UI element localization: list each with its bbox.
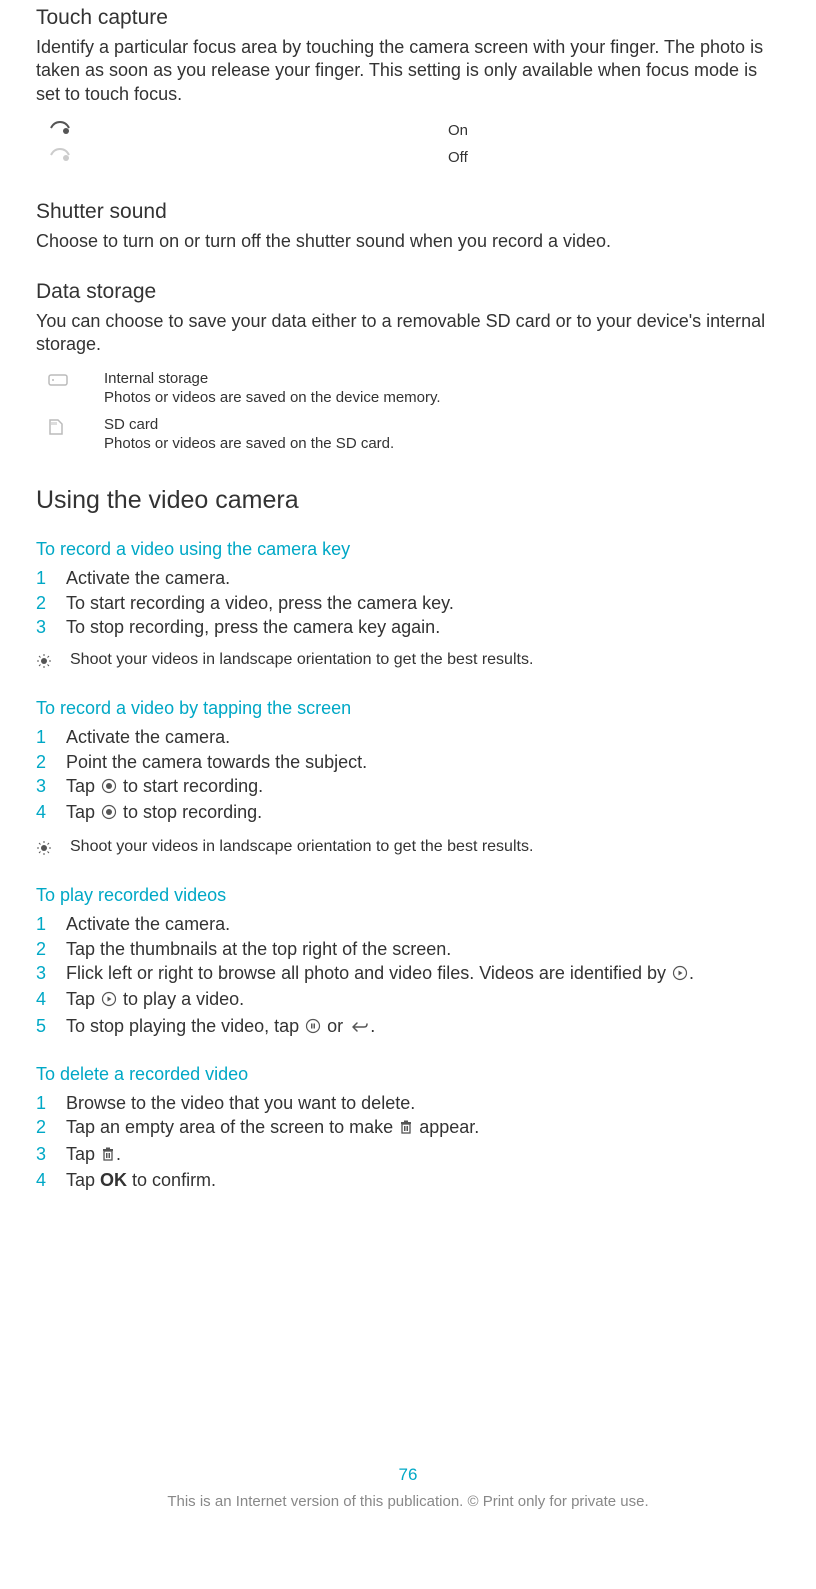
heading-data-storage: Data storage: [36, 274, 780, 304]
touch-option-off: Off: [36, 147, 780, 168]
step-text: to stop recording.: [118, 802, 262, 822]
list-item: Point the camera towards the subject.: [36, 750, 780, 774]
page-footer: 76 This is an Internet version of this p…: [0, 1465, 816, 1510]
step-text: to start recording.: [118, 776, 263, 796]
tip-bulb-icon: [36, 840, 52, 861]
internal-storage-icon: [48, 372, 68, 393]
body-data-storage: You can choose to save your data either …: [36, 310, 780, 357]
list-item: Tap to play a video.: [36, 987, 780, 1013]
step-text: or: [322, 1016, 348, 1036]
list-item: Activate the camera.: [36, 566, 780, 590]
step-text: to play a video.: [118, 989, 244, 1009]
list-item: Flick left or right to browse all photo …: [36, 961, 780, 987]
step-text: to confirm.: [127, 1170, 216, 1190]
tip-row: Shoot your videos in landscape orientati…: [36, 838, 780, 861]
steps-record-camera-key: Activate the camera. To start recording …: [36, 566, 780, 639]
list-item: Tap to start recording.: [36, 774, 780, 800]
heading-using-video-camera: Using the video camera: [36, 486, 780, 515]
sd-card-icon: [48, 418, 64, 441]
task-heading-record-camera-key: To record a video using the camera key: [36, 539, 780, 560]
record-icon: [101, 776, 117, 800]
footer-note: This is an Internet version of this publ…: [0, 1493, 816, 1510]
touch-capture-options: On Off: [36, 120, 780, 168]
ok-label: OK: [100, 1170, 127, 1190]
stop-record-icon: [101, 802, 117, 826]
step-text: .: [116, 1144, 121, 1164]
steps-delete-video: Browse to the video that you want to del…: [36, 1091, 780, 1192]
play-circle-icon: [672, 963, 688, 987]
list-item: Tap an empty area of the screen to make …: [36, 1115, 780, 1141]
steps-record-tap-screen: Activate the camera. Point the camera to…: [36, 725, 780, 826]
body-shutter-sound: Choose to turn on or turn off the shutte…: [36, 230, 780, 253]
steps-play-videos: Activate the camera. Tap the thumbnails …: [36, 912, 780, 1039]
heading-shutter-sound: Shutter sound: [36, 194, 780, 224]
list-item: Activate the camera.: [36, 912, 780, 936]
step-text: To stop playing the video, tap: [66, 1016, 304, 1036]
list-item: To stop recording, press the camera key …: [36, 615, 780, 639]
sd-card-title: SD card: [104, 416, 394, 433]
body-touch-capture: Identify a particular focus area by touc…: [36, 36, 780, 106]
internal-storage-desc: Photos or videos are saved on the device…: [104, 389, 441, 406]
step-text: Tap an empty area of the screen to make: [66, 1117, 398, 1137]
pause-circle-icon: [305, 1016, 321, 1040]
trash-icon: [101, 1144, 115, 1168]
trash-icon: [399, 1117, 413, 1141]
list-item: To stop playing the video, tap or .: [36, 1014, 780, 1040]
back-arrow-icon: [349, 1016, 369, 1040]
option-sd-card: SD card Photos or videos are saved on th…: [48, 416, 780, 452]
step-text: Tap: [66, 1144, 100, 1164]
option-internal-storage: Internal storage Photos or videos are sa…: [48, 370, 780, 406]
touch-off-icon: [49, 147, 71, 168]
step-text: appear.: [414, 1117, 479, 1137]
step-text: Tap: [66, 989, 100, 1009]
task-heading-play-videos: To play recorded videos: [36, 885, 780, 906]
tip-text: Shoot your videos in landscape orientati…: [70, 651, 533, 669]
list-item: Browse to the video that you want to del…: [36, 1091, 780, 1115]
data-storage-options: Internal storage Photos or videos are sa…: [48, 370, 780, 452]
list-item: Tap the thumbnails at the top right of t…: [36, 937, 780, 961]
tip-row: Shoot your videos in landscape orientati…: [36, 651, 780, 674]
touch-on-icon: [49, 120, 71, 141]
internal-storage-title: Internal storage: [104, 370, 441, 387]
touch-option-on: On: [36, 120, 780, 141]
sd-card-desc: Photos or videos are saved on the SD car…: [104, 435, 394, 452]
step-text: Tap: [66, 802, 100, 822]
list-item: Tap .: [36, 1142, 780, 1168]
task-heading-delete-video: To delete a recorded video: [36, 1064, 780, 1085]
heading-touch-capture: Touch capture: [36, 0, 780, 30]
list-item: Tap to stop recording.: [36, 800, 780, 826]
task-heading-record-tap-screen: To record a video by tapping the screen: [36, 698, 780, 719]
step-text: Tap: [66, 776, 100, 796]
play-circle-icon: [101, 989, 117, 1013]
touch-on-label: On: [448, 122, 468, 139]
step-text: .: [370, 1016, 375, 1036]
tip-text: Shoot your videos in landscape orientati…: [70, 838, 533, 856]
list-item: To start recording a video, press the ca…: [36, 591, 780, 615]
step-text: Flick left or right to browse all photo …: [66, 963, 671, 983]
list-item: Tap OK to confirm.: [36, 1168, 780, 1192]
touch-off-label: Off: [448, 149, 468, 166]
page-number: 76: [0, 1465, 816, 1485]
step-text: Tap: [66, 1170, 100, 1190]
tip-bulb-icon: [36, 653, 52, 674]
list-item: Activate the camera.: [36, 725, 780, 749]
step-text: .: [689, 963, 694, 983]
